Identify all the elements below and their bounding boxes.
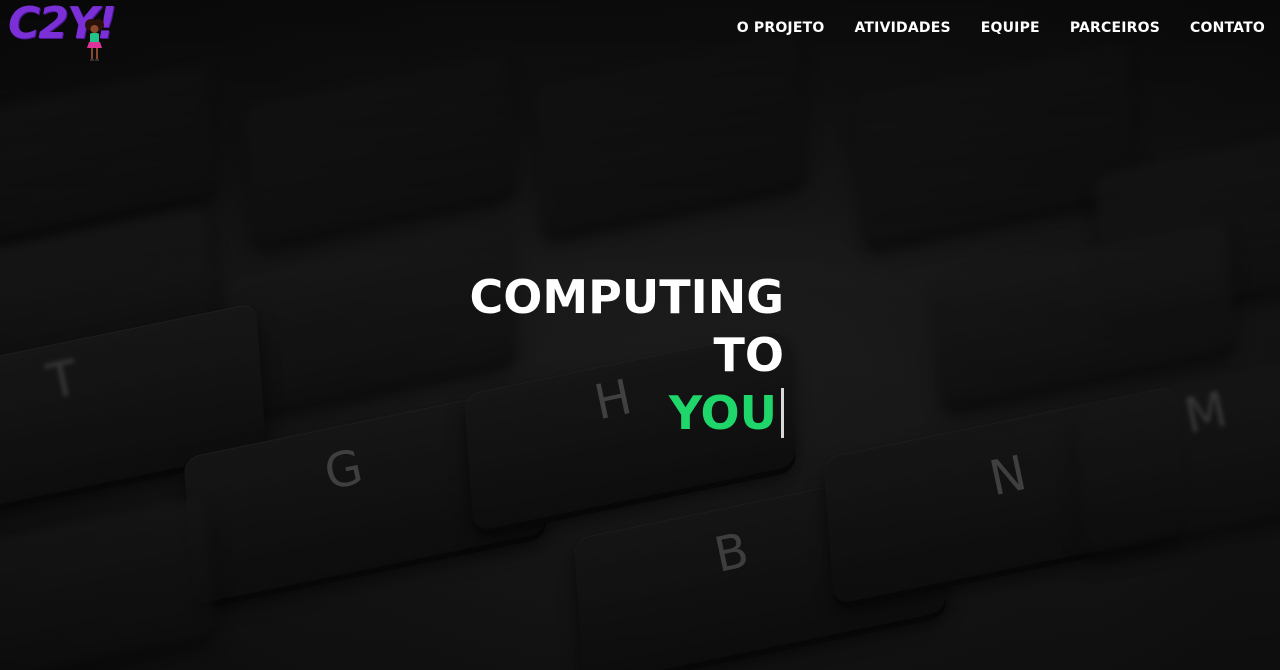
headline-line-3: YOU — [669, 384, 784, 442]
headline-line-2: TO — [713, 328, 784, 382]
hero-section: T G H N B M C2Y! O PROJETO ATIVIDADES EQ… — [0, 0, 1280, 670]
typing-cursor — [781, 388, 784, 438]
nav-item-contato[interactable]: CONTATO — [1190, 20, 1265, 36]
main-nav: O PROJETO ATIVIDADES EQUIPE PARCEIROS CO… — [737, 20, 1265, 36]
nav-item-parceiros[interactable]: PARCEIROS — [1070, 20, 1160, 36]
girl-mascot-icon — [85, 19, 104, 61]
nav-item-o-projeto[interactable]: O PROJETO — [737, 20, 825, 36]
nav-item-atividades[interactable]: ATIVIDADES — [854, 20, 950, 36]
logo-link[interactable]: C2Y! — [8, 0, 117, 61]
hero-headline: COMPUTING TO YOU — [470, 268, 784, 442]
nav-item-equipe[interactable]: EQUIPE — [981, 20, 1040, 36]
headline-highlight-word: YOU — [668, 386, 777, 440]
headline-line-1: COMPUTING — [469, 270, 784, 324]
